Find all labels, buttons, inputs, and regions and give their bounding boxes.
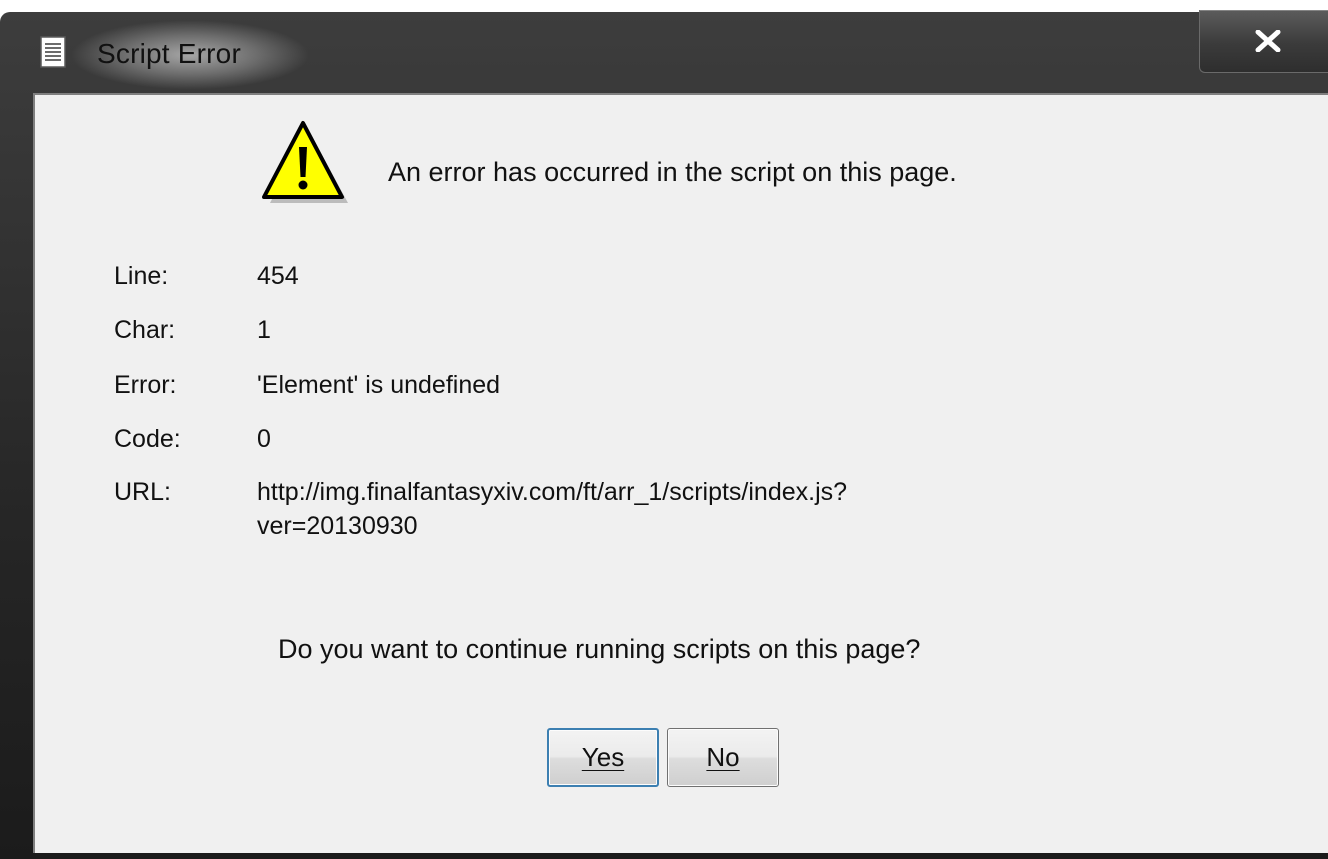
- dialog-body: An error has occurred in the script on t…: [33, 93, 1328, 853]
- warning-triangle-icon: [258, 119, 354, 211]
- yes-button-label: Yes: [581, 742, 625, 772]
- url-value-continued: ver=20130930: [257, 512, 418, 540]
- yes-button[interactable]: Yes: [547, 728, 659, 787]
- document-icon: [40, 36, 66, 68]
- code-label: Code:: [114, 425, 181, 453]
- char-value: 1: [257, 316, 271, 344]
- url-label: URL:: [114, 478, 171, 506]
- screen: Script Error An error has occurred in th…: [0, 0, 1328, 859]
- url-value: http://img.finalfantasyxiv.com/ft/arr_1/…: [257, 478, 848, 506]
- close-button[interactable]: [1199, 10, 1328, 73]
- error-headline: An error has occurred in the script on t…: [388, 157, 957, 187]
- continue-question: Do you want to continue running scripts …: [278, 634, 921, 664]
- no-button[interactable]: No: [667, 728, 779, 787]
- char-label: Char:: [114, 316, 176, 344]
- error-label: Error:: [114, 371, 177, 399]
- line-value: 454: [257, 262, 299, 290]
- window-title: Script Error: [97, 38, 241, 69]
- line-label: Line:: [114, 262, 169, 290]
- no-button-label: No: [706, 742, 740, 772]
- error-value: 'Element' is undefined: [257, 371, 501, 399]
- code-value: 0: [257, 425, 271, 453]
- close-icon: [1255, 30, 1281, 52]
